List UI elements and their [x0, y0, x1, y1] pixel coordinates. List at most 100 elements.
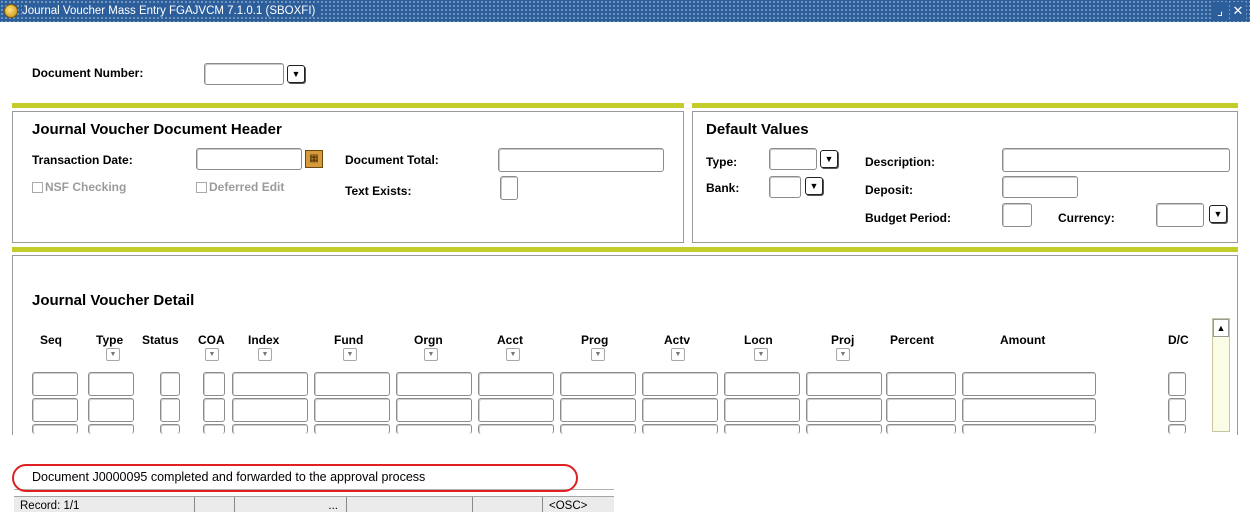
coa-cell[interactable] — [203, 424, 225, 434]
bank-dropdown-icon[interactable]: ▼ — [805, 177, 823, 195]
actv-cell[interactable] — [642, 424, 718, 434]
document-number-label: Document Number: — [32, 66, 144, 80]
scroll-up-arrow-icon[interactable]: ▲ — [1213, 319, 1229, 337]
type-column-dropdown-icon[interactable]: ▼ — [106, 348, 120, 361]
currency-dropdown-icon[interactable]: ▼ — [1209, 205, 1227, 223]
column-header-proj: Proj — [831, 333, 855, 347]
orgn-cell[interactable] — [396, 424, 472, 434]
status-message: Document J0000095 completed and forwarde… — [14, 464, 614, 490]
index-column-dropdown-icon[interactable]: ▼ — [258, 348, 272, 361]
bank-label: Bank: — [706, 181, 740, 195]
actv-cell[interactable] — [642, 398, 718, 422]
document-number-input[interactable] — [204, 63, 284, 85]
seq-cell[interactable] — [32, 398, 78, 422]
dc-cell[interactable] — [1168, 372, 1186, 396]
type-dropdown-icon[interactable]: ▼ — [820, 150, 838, 168]
document-total-input[interactable] — [498, 148, 664, 172]
locn-cell[interactable] — [724, 372, 800, 396]
record-count: Record: 1/1 — [20, 500, 80, 512]
dc-cell[interactable] — [1168, 398, 1186, 422]
type-input[interactable] — [769, 148, 817, 170]
close-icon[interactable]: ✕ — [1230, 2, 1246, 20]
column-header-acct: Acct — [497, 333, 524, 347]
acct-cell[interactable] — [478, 372, 554, 396]
window-title: Journal Voucher Mass Entry FGAJVCM 7.1.0… — [22, 5, 322, 17]
deferred-edit-checkbox[interactable] — [196, 182, 207, 193]
proj-column-dropdown-icon[interactable]: ▼ — [836, 348, 850, 361]
type-cell[interactable] — [88, 398, 134, 422]
prog-cell[interactable] — [560, 398, 636, 422]
currency-input[interactable] — [1156, 203, 1204, 227]
document-header-title: Journal Voucher Document Header — [32, 121, 282, 138]
app-globe-icon — [4, 4, 18, 18]
calendar-icon[interactable]: ▦ — [305, 150, 323, 168]
column-header-type: Type — [96, 333, 124, 347]
column-header-coa: COA — [198, 333, 225, 347]
dc-cell[interactable] — [1168, 424, 1186, 434]
percent-cell[interactable] — [886, 398, 956, 422]
coa-cell[interactable] — [203, 398, 225, 422]
deferred-edit-label: Deferred Edit — [209, 180, 285, 194]
column-header-amount: Amount — [1000, 333, 1046, 347]
prog-cell[interactable] — [560, 372, 636, 396]
status-cell[interactable] — [160, 424, 180, 434]
prog-column-dropdown-icon[interactable]: ▼ — [591, 348, 605, 361]
type-cell[interactable] — [88, 424, 134, 434]
status-segment-blank — [194, 497, 234, 512]
document-number-dropdown-icon[interactable]: ▼ — [287, 65, 305, 83]
proj-cell[interactable] — [806, 372, 882, 396]
transaction-date-input[interactable] — [196, 148, 302, 170]
default-values-title: Default Values — [706, 121, 809, 138]
amount-cell[interactable] — [962, 398, 1096, 422]
bank-input[interactable] — [769, 176, 801, 198]
fund-column-dropdown-icon[interactable]: ▼ — [343, 348, 357, 361]
status-segment-blank — [346, 497, 472, 512]
header-separator — [12, 103, 684, 108]
prog-cell[interactable] — [560, 424, 636, 434]
fund-cell[interactable] — [314, 424, 390, 434]
deposit-input[interactable] — [1002, 176, 1078, 198]
index-cell[interactable] — [232, 424, 308, 434]
index-cell[interactable] — [232, 372, 308, 396]
actv-cell[interactable] — [642, 372, 718, 396]
orgn-cell[interactable] — [396, 398, 472, 422]
actv-column-dropdown-icon[interactable]: ▼ — [671, 348, 685, 361]
percent-cell[interactable] — [886, 424, 956, 434]
status-cell[interactable] — [160, 398, 180, 422]
percent-cell[interactable] — [886, 372, 956, 396]
proj-cell[interactable] — [806, 424, 882, 434]
detail-scrollbar[interactable]: ▲ — [1212, 318, 1230, 432]
column-header-status: Status — [142, 333, 179, 347]
status-ellipsis: ... — [234, 497, 346, 512]
currency-label: Currency: — [1058, 211, 1115, 225]
seq-cell[interactable] — [32, 372, 78, 396]
coa-cell[interactable] — [203, 372, 225, 396]
locn-column-dropdown-icon[interactable]: ▼ — [754, 348, 768, 361]
locn-cell[interactable] — [724, 398, 800, 422]
type-cell[interactable] — [88, 372, 134, 396]
acct-column-dropdown-icon[interactable]: ▼ — [506, 348, 520, 361]
amount-cell[interactable] — [962, 372, 1096, 396]
index-cell[interactable] — [232, 398, 308, 422]
column-header-dc: D/C — [1168, 333, 1189, 347]
nsf-checking-checkbox[interactable] — [32, 182, 43, 193]
budget-period-input[interactable] — [1002, 203, 1032, 227]
proj-cell[interactable] — [806, 398, 882, 422]
orgn-column-dropdown-icon[interactable]: ▼ — [424, 348, 438, 361]
fund-cell[interactable] — [314, 398, 390, 422]
fund-cell[interactable] — [314, 372, 390, 396]
defaults-separator — [692, 103, 1238, 108]
amount-cell[interactable] — [962, 424, 1096, 434]
minimize-icon[interactable]: ⌟ — [1212, 2, 1228, 20]
description-input[interactable] — [1002, 148, 1230, 172]
type-label: Type: — [706, 155, 738, 169]
locn-cell[interactable] — [724, 424, 800, 434]
coa-column-dropdown-icon[interactable]: ▼ — [205, 348, 219, 361]
orgn-cell[interactable] — [396, 372, 472, 396]
acct-cell[interactable] — [478, 424, 554, 434]
status-cell[interactable] — [160, 372, 180, 396]
acct-cell[interactable] — [478, 398, 554, 422]
status-segment-blank — [472, 497, 542, 512]
nsf-checking-label: NSF Checking — [45, 180, 127, 194]
seq-cell[interactable] — [32, 424, 78, 434]
